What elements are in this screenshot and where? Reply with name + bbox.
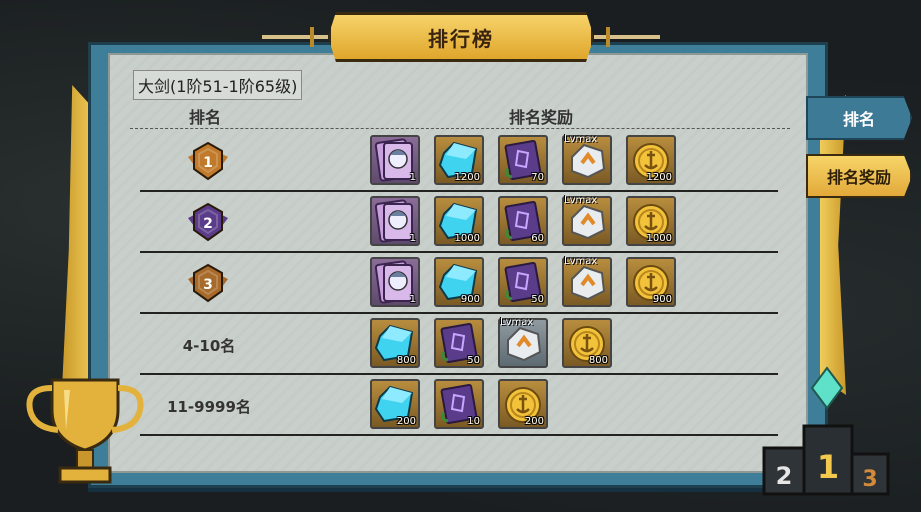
reward-item-book[interactable]: 50 [498,257,548,307]
svg-text:3: 3 [203,277,213,293]
item-quantity: 1000 [454,233,480,244]
trophy-icon [26,378,144,484]
rank-column-header: 排名 [189,108,222,127]
reward-item-coin[interactable]: 900 [626,257,676,307]
rank-badge-2: 2 [184,200,228,244]
rewards-column-header: 排名奖励 [509,108,574,127]
item-quantity: 1 [409,172,416,183]
page-title: 排行榜 [428,26,494,51]
reward-item-card[interactable]: 1 [370,196,420,246]
reward-item-book[interactable]: 70 [498,135,548,185]
row-divider [140,190,778,192]
item-quantity: 200 [396,416,416,427]
reward-item-card[interactable]: 1 [370,257,420,307]
tab-rank-rewards[interactable]: 排名奖励 [806,154,912,198]
item-quantity: 1 [409,233,416,244]
item-quantity: 900 [652,294,672,305]
reward-item-stone[interactable]: Lvmax [562,134,612,185]
svg-text:1: 1 [203,155,213,171]
header-divider [130,128,790,129]
item-quantity: 900 [460,294,480,305]
row-divider [140,373,778,375]
item-quantity: 1200 [454,172,480,183]
item-quantity: 1000 [646,233,672,244]
item-quantity: 1200 [646,172,672,183]
rank-badge-1: 1 [184,139,228,183]
item-quantity: 1 [409,294,416,305]
svg-text:2: 2 [203,216,213,232]
rank-range-label: 11-9999名 [167,398,251,416]
podium-third-number: 3 [862,467,877,492]
reward-item-crystal[interactable]: 1200 [434,135,484,185]
item-quantity: 50 [531,294,544,305]
tab-rank-rewards-label: 排名奖励 [826,168,891,187]
level-tag: Lvmax [564,134,598,145]
reward-item-coin[interactable]: 800 [562,318,612,368]
reward-item-crystal[interactable]: 900 [434,257,484,307]
reward-item-stone[interactable]: Lvmax [562,256,612,307]
podium-second-number: 2 [776,462,793,490]
reward-item-book[interactable]: 10 [434,379,484,429]
podium-first-number: 1 [817,448,839,486]
rank-badge-3: 3 [184,261,228,305]
row-divider [140,312,778,314]
reward-item-coin[interactable]: 1200 [626,135,676,185]
tab-rank[interactable]: 排名 [806,96,912,140]
item-quantity: 200 [524,416,544,427]
podium-icon: 1 2 3 [762,366,890,496]
item-quantity: 70 [531,172,544,183]
sword-right-decoration [594,35,660,39]
item-quantity: 800 [588,355,608,366]
reward-item-card[interactable]: 1 [370,135,420,185]
reward-item-book[interactable]: 50 [434,318,484,368]
tab-rank-label: 排名 [842,110,875,129]
reward-item-coin[interactable]: 200 [498,379,548,429]
level-tag: Lvmax [564,195,598,206]
row-divider [140,434,778,436]
reward-item-crystal[interactable]: 200 [370,379,420,429]
item-quantity: 50 [467,355,480,366]
level-tag: Lvmax [564,256,598,267]
reward-item-coin[interactable]: 1000 [626,196,676,246]
row-divider [140,251,778,253]
item-quantity: 800 [396,355,416,366]
reward-item-stone[interactable]: Lvmax [498,317,548,368]
reward-item-book[interactable]: 60 [498,196,548,246]
weapon-category-label: 大剑(1阶51-1阶65级) [133,70,303,100]
sword-left-decoration [262,35,328,39]
reward-item-stone[interactable]: Lvmax [562,195,612,246]
reward-item-crystal[interactable]: 1000 [434,196,484,246]
level-tag: Lvmax [500,317,534,328]
sword-hilt-right [606,27,610,47]
item-quantity: 10 [467,416,480,427]
rank-range-label: 4-10名 [182,337,236,355]
reward-item-crystal[interactable]: 800 [370,318,420,368]
sword-hilt-left [310,27,314,47]
item-quantity: 60 [531,233,544,244]
